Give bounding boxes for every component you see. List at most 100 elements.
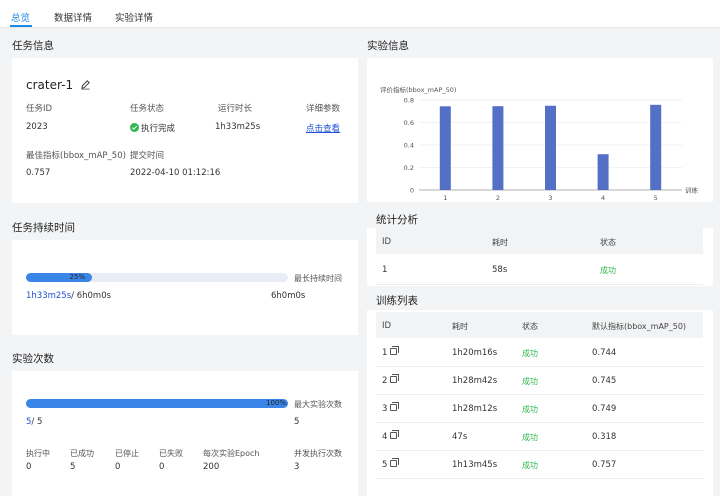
copy-icon[interactable]: [390, 430, 400, 439]
stats-header-status: 状态: [600, 238, 616, 247]
max-runs-label: 最大实验次数: [294, 400, 342, 409]
runs-count: 5/ 5: [26, 417, 42, 427]
stat-concurrency-label: 并发执行次数: [294, 449, 342, 458]
metric-bar-chart: 评价指标(bbox_mAP_50) 0 0.2 0.4 0.6 0.8 1 2 3 4 5 训练: [380, 85, 699, 202]
stats-row-id: 1: [382, 265, 388, 275]
view-params-link[interactable]: 点击查看: [306, 122, 340, 134]
tab-bar: 总览 数据详情 实验详情: [0, 0, 720, 28]
training-row-id-text: 4: [382, 432, 388, 442]
x-tick-label: 1: [443, 194, 447, 202]
edit-icon[interactable]: [80, 79, 91, 90]
training-row-time: 1h20m16s: [452, 348, 498, 358]
stats-analysis-title: 统计分析: [376, 214, 418, 226]
row-divider: [376, 366, 703, 367]
params-label: 详细参数: [306, 104, 341, 114]
training-row-status: 成功: [522, 377, 538, 386]
row-divider: [376, 394, 703, 395]
runs-count-total: / 5: [31, 417, 43, 427]
copy-icon[interactable]: [390, 346, 400, 355]
training-list-table: ID 耗时 状态 默认指标(bbox_mAP_50) 1 1h20m16s 成功 0.…: [367, 310, 713, 496]
stat-concurrency-value: 3: [294, 462, 300, 472]
active-tab-indicator: [10, 25, 32, 27]
stat-success-label: 已成功: [70, 449, 94, 458]
task-status-value: 执行完成: [130, 122, 175, 134]
runtime-label: 运行时长: [218, 104, 253, 114]
y-tick-label: 0.8: [404, 97, 414, 105]
stats-row-status: 成功: [600, 266, 616, 275]
training-header-id: ID: [382, 321, 392, 331]
task-info-card: crater-1 任务ID 任务状态 运行时长 详细参数 2023 执行完成 1…: [12, 58, 358, 203]
row-divider: [376, 284, 703, 285]
training-row-id: 4: [382, 430, 400, 442]
stat-failed-value: 0: [159, 462, 165, 472]
bar: [650, 104, 662, 190]
duration-progress-track: 25%: [26, 273, 288, 282]
max-runs-value: 5: [294, 417, 300, 427]
task-name-text: crater-1: [26, 78, 74, 92]
task-id-value: 2023: [26, 122, 48, 132]
training-row-metric: 0.749: [592, 404, 617, 414]
tab-data-details[interactable]: 数据详情: [54, 10, 92, 24]
training-header-metric: 默认指标(bbox_mAP_50): [592, 322, 687, 331]
training-row-metric: 0.757: [592, 460, 617, 470]
copy-icon[interactable]: [390, 402, 400, 411]
training-row-metric: 0.744: [592, 348, 617, 358]
stats-row-time: 58s: [492, 265, 508, 275]
max-duration-label: 最长持续时间: [294, 274, 342, 283]
stat-epoch-label: 每次实验Epoch: [203, 449, 260, 458]
max-duration-value: 6h0m0s: [271, 291, 306, 301]
x-tick-label: 4: [601, 194, 605, 202]
x-axis-label: 训练: [685, 186, 699, 195]
stat-success-value: 5: [70, 462, 76, 472]
tab-overview[interactable]: 总览: [11, 10, 30, 24]
runtime-value: 1h33m25s: [215, 122, 261, 132]
runs-progress-fill: [26, 399, 288, 408]
x-tick-label: 3: [548, 194, 552, 202]
stat-stopped-label: 已停止: [115, 449, 139, 458]
best-metric-label: 最佳指标(bbox_mAP_50): [26, 151, 126, 161]
training-row-id: 2: [382, 374, 400, 386]
experiment-info-title: 实验信息: [367, 40, 409, 52]
stats-analysis-table: ID 耗时 状态 1 58s 成功: [367, 228, 713, 286]
training-row-metric: 0.318: [592, 432, 617, 442]
submit-time-value: 2022-04-10 01:12:16: [130, 168, 221, 178]
y-tick-label: 0.4: [404, 142, 414, 150]
duration-total: / 6h0m0s: [71, 291, 112, 301]
stat-running-value: 0: [26, 462, 32, 472]
task-info-title: 任务信息: [12, 40, 54, 52]
duration-title: 任务持续时间: [12, 222, 75, 234]
duration-used-value: 1h33m25s: [26, 291, 72, 301]
copy-icon[interactable]: [390, 374, 400, 383]
task-id-label: 任务ID: [26, 104, 53, 114]
check-circle-icon: [130, 123, 139, 132]
training-row-status: 成功: [522, 433, 538, 442]
stat-stopped-value: 0: [115, 462, 121, 472]
training-list-title: 训练列表: [376, 295, 418, 307]
x-tick-label: 2: [496, 194, 500, 202]
training-row-status: 成功: [522, 405, 538, 414]
training-row-metric: 0.745: [592, 376, 617, 386]
best-metric-value: 0.757: [26, 168, 51, 178]
task-name: crater-1: [26, 78, 91, 92]
stat-epoch-value: 200: [203, 462, 220, 472]
duration-progress-text: 25%: [69, 273, 86, 281]
row-divider: [376, 422, 703, 423]
runs-title: 实验次数: [12, 353, 54, 365]
stat-failed-label: 已失败: [159, 449, 183, 458]
training-row-id: 3: [382, 402, 400, 414]
y-axis-label: 评价指标(bbox_mAP_50): [380, 85, 456, 94]
y-tick-label: 0.2: [404, 164, 414, 172]
training-row-status: 成功: [522, 349, 538, 358]
training-row-id: 5: [382, 458, 400, 470]
duration-used: 1h33m25s/ 6h0m0s: [26, 291, 111, 301]
submit-time-label: 提交时间: [130, 151, 165, 161]
stat-running-label: 执行中: [26, 449, 50, 458]
training-row-id-text: 2: [382, 376, 388, 386]
training-row-time: 1h13m45s: [452, 460, 498, 470]
copy-icon[interactable]: [390, 458, 400, 467]
runs-progress-text: 100%: [266, 399, 287, 407]
bar: [492, 106, 504, 190]
tab-experiment-details[interactable]: 实验详情: [115, 10, 153, 24]
training-row-time: 1h28m12s: [452, 404, 498, 414]
row-divider: [376, 450, 703, 451]
